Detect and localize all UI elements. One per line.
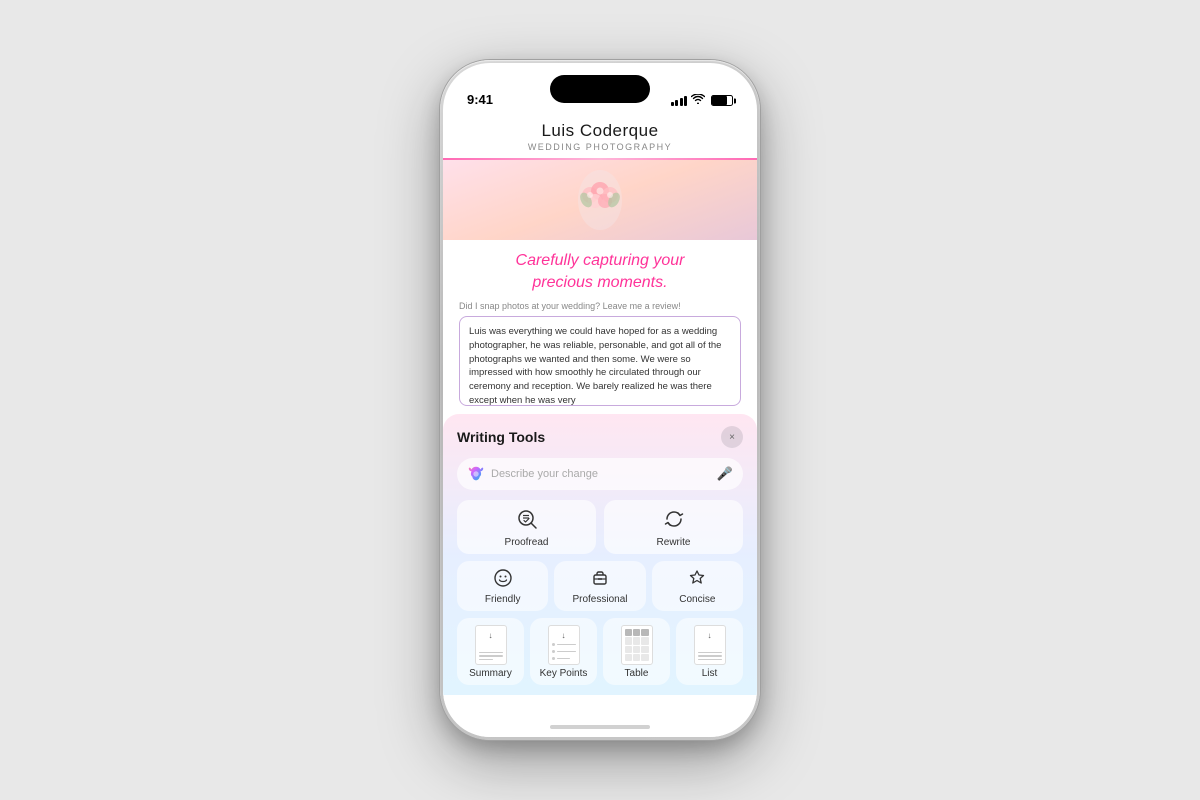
tools-row-1: Proofread Rewrite — [457, 500, 743, 554]
ai-icon — [467, 465, 485, 483]
site-subtitle: Wedding Photography — [459, 142, 741, 152]
summary-doc-icon: ↓ — [475, 625, 507, 665]
bouquet-illustration — [550, 165, 650, 235]
professional-label: Professional — [572, 594, 627, 605]
status-time: 9:41 — [467, 92, 493, 107]
friendly-icon — [493, 568, 513, 591]
proofread-button[interactable]: Proofread — [457, 500, 596, 554]
hero-image — [443, 160, 757, 240]
describe-placeholder: Describe your change — [491, 468, 711, 480]
review-prompt: Did I snap photos at your wedding? Leave… — [443, 299, 757, 316]
site-header: Luis Coderque Wedding Photography — [443, 113, 757, 158]
tagline-section: Carefully capturing yourprecious moments… — [443, 240, 757, 299]
table-doc-icon — [621, 625, 653, 665]
table-label: Table — [625, 668, 649, 679]
friendly-button[interactable]: Friendly — [457, 561, 548, 611]
key-points-doc-icon: ↓ — [548, 625, 580, 665]
signal-icon — [671, 96, 688, 106]
site-title: Luis Coderque — [459, 121, 741, 141]
table-button[interactable]: Table — [603, 618, 670, 685]
professional-icon — [590, 568, 610, 591]
proofread-label: Proofread — [505, 537, 549, 548]
list-label: List — [702, 668, 718, 679]
home-indicator — [550, 725, 650, 729]
list-button[interactable]: ↓ List — [676, 618, 743, 685]
key-points-button[interactable]: ↓ — [530, 618, 597, 685]
friendly-label: Friendly — [485, 594, 521, 605]
concise-button[interactable]: Concise — [652, 561, 743, 611]
summary-label: Summary — [469, 668, 512, 679]
rewrite-icon — [663, 508, 685, 533]
phone-frame: 9:41 — [440, 60, 760, 740]
tools-row-3: ↓ Summary ↓ — [457, 618, 743, 685]
writing-tools-header: Writing Tools × — [457, 426, 743, 448]
website-content: Luis Coderque Wedding Photography — [443, 113, 757, 737]
concise-icon — [687, 568, 707, 591]
tools-row-2: Friendly Professional — [457, 561, 743, 611]
rewrite-label: Rewrite — [657, 537, 691, 548]
close-button[interactable]: × — [721, 426, 743, 448]
status-icons — [671, 94, 734, 107]
close-icon: × — [729, 432, 735, 443]
summary-button[interactable]: ↓ Summary — [457, 618, 524, 685]
rewrite-button[interactable]: Rewrite — [604, 500, 743, 554]
dynamic-island — [550, 75, 650, 103]
professional-button[interactable]: Professional — [554, 561, 645, 611]
concise-label: Concise — [679, 594, 715, 605]
writing-tools-title: Writing Tools — [457, 429, 545, 445]
review-text: Luis was everything we could have hoped … — [469, 326, 721, 406]
list-doc-icon: ↓ — [694, 625, 726, 665]
wifi-icon — [691, 94, 705, 107]
battery-icon — [711, 95, 733, 106]
phone-screen: 9:41 — [443, 63, 757, 737]
review-textarea[interactable]: Luis was everything we could have hoped … — [459, 316, 741, 406]
proofread-icon — [516, 508, 538, 533]
mic-icon[interactable]: 🎤 — [717, 466, 733, 482]
key-points-label: Key Points — [540, 668, 588, 679]
describe-bar[interactable]: Describe your change 🎤 — [457, 458, 743, 490]
writing-tools-panel: Writing Tools × — [443, 414, 757, 695]
tagline-text: Carefully capturing yourprecious moments… — [473, 250, 727, 293]
